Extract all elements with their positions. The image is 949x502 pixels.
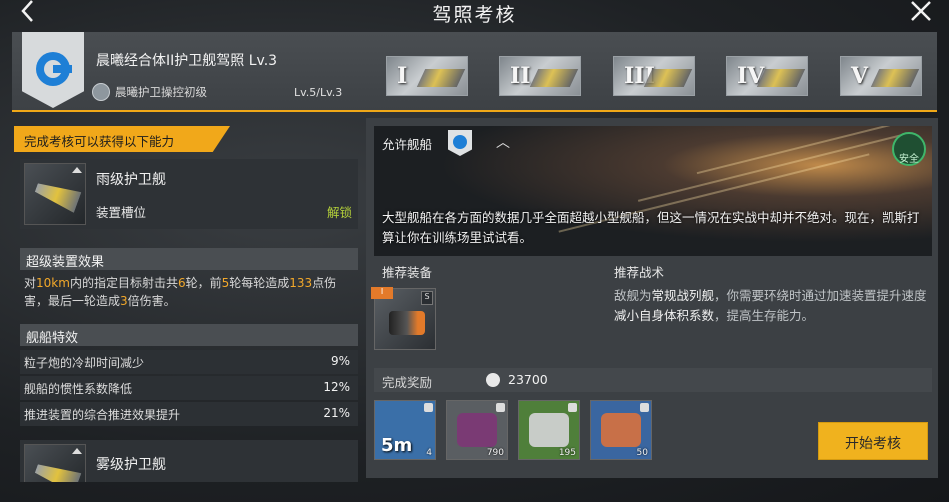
- lock-icon: [496, 403, 505, 412]
- resource-icon: [457, 413, 497, 447]
- unlock-status: 解锁: [326, 205, 352, 220]
- trait-value: 9%: [330, 354, 350, 368]
- credit-coin-icon: [486, 373, 500, 387]
- item-count: 4: [426, 448, 432, 458]
- trait-label: 推进装置的综合推进效果提升: [24, 408, 181, 422]
- trait-value: 21%: [323, 406, 350, 420]
- reward-item[interactable]: 5m 4: [374, 400, 436, 460]
- caret-up-icon: [72, 167, 82, 173]
- close-button[interactable]: [907, 0, 937, 27]
- ship-icon: [529, 69, 579, 87]
- resource-icon: [529, 413, 569, 447]
- ship-traits-heading: 舰船特效: [20, 324, 358, 346]
- caret-up-icon: [72, 448, 82, 454]
- reward-bar: 完成奖励 23700: [374, 368, 932, 392]
- mission-panel: 允许舰船 ︿ 安全 大型舰船在各方面的数据几乎全面超越小型舰船，但这一情况在实战…: [366, 118, 938, 478]
- background-streak: [696, 126, 892, 175]
- tier-number: I: [397, 63, 408, 89]
- ship-icon: [870, 69, 920, 87]
- page-title: 驾照考核: [432, 4, 517, 26]
- lock-icon: [424, 403, 433, 412]
- trait-label: 舰船的惯性系数降低: [24, 382, 133, 396]
- skill-icon: [92, 83, 110, 101]
- item-count: 50: [636, 448, 648, 458]
- background-streak: [637, 132, 911, 202]
- license-header: 晨曦经合体II护卫舰驾照 Lv.3 晨曦护卫操控初级 Lv.5/Lv.3 I I…: [12, 32, 937, 112]
- ship-icon: [33, 458, 82, 482]
- license-name: 晨曦经合体II护卫舰驾照 Lv.3: [96, 53, 278, 69]
- ship-icon: [756, 69, 806, 87]
- reward-item[interactable]: 195: [518, 400, 580, 460]
- tier-number: II: [510, 63, 531, 89]
- recommended-gear-label: 推荐装备: [382, 265, 433, 280]
- safe-label: 安全: [899, 154, 919, 165]
- gear-grade-badge: S: [421, 291, 433, 305]
- ship-name: 雨级护卫舰: [96, 172, 166, 188]
- ship-thumbnail[interactable]: [24, 444, 86, 482]
- abilities-banner: 完成考核可以获得以下能力: [14, 126, 230, 152]
- super-effect-heading: 超级装置效果: [20, 248, 358, 270]
- ship-logo-icon: [453, 135, 467, 149]
- trait-row: 推进装置的综合推进效果提升 21%: [20, 402, 358, 426]
- item-count: 195: [558, 448, 576, 458]
- reward-item[interactable]: 790: [446, 400, 508, 460]
- top-bar: 驾照考核: [0, 0, 949, 30]
- ship-icon: [643, 69, 693, 87]
- recommended-gear-item[interactable]: I S: [371, 287, 436, 350]
- lock-icon: [640, 403, 649, 412]
- recommended-tactic-text: 敌舰为常规战列舰，你需要环绕时通过加速装置提升速度减小自身体积系数，提高生存能力…: [614, 288, 927, 323]
- mission-briefing: 允许舰船 ︿ 安全 大型舰船在各方面的数据几乎全面超越小型舰船，但这一情况在实战…: [374, 126, 932, 256]
- slot-label: 装置槽位: [96, 205, 147, 220]
- trait-row: 舰船的惯性系数降低 12%: [20, 376, 358, 400]
- ship-card-rain: 雨级护卫舰 装置槽位 解锁: [20, 159, 358, 229]
- ship-thumbnail[interactable]: [24, 163, 86, 225]
- gear-icon: [389, 311, 425, 335]
- recommended-tactic-label: 推荐战术: [614, 265, 665, 280]
- tier-number: V: [851, 63, 869, 89]
- allowed-ship-icon[interactable]: [448, 130, 472, 156]
- tier-2-tab[interactable]: II: [499, 56, 581, 96]
- item-count: 790: [486, 448, 504, 458]
- tier-5-tab[interactable]: V: [840, 56, 922, 96]
- ship-icon: [33, 177, 82, 213]
- skill-requirement: 晨曦护卫操控初级: [92, 83, 207, 101]
- item-label: 5m: [381, 435, 413, 456]
- mission-description: 大型舰船在各方面的数据几乎全面超越小型舰船，但这一情况在实战中却并不绝对。现在，…: [382, 210, 920, 245]
- close-icon: [907, 0, 937, 25]
- trait-label: 粒子炮的冷却时间减少: [24, 356, 145, 370]
- gear-tier-badge: I: [371, 287, 393, 299]
- skill-name: 晨曦护卫操控初级: [115, 85, 207, 99]
- abilities-panel: 完成考核可以获得以下能力 雨级护卫舰 装置槽位 解锁 超级装置效果 对10km内…: [14, 126, 360, 482]
- caret-up-icon[interactable]: ︿: [496, 132, 510, 152]
- resource-icon: [601, 413, 641, 447]
- safe-zone-badge: 安全: [892, 132, 926, 166]
- emblem-logo-icon: [36, 52, 72, 86]
- reward-label: 完成奖励: [382, 375, 433, 390]
- ship-card-fog: 雾级护卫舰: [20, 440, 358, 482]
- start-exam-button[interactable]: 开始考核: [818, 422, 928, 460]
- reward-amount: 23700: [508, 372, 548, 387]
- level-progress: Lv.5/Lv.3: [294, 86, 343, 99]
- reward-item[interactable]: 50: [590, 400, 652, 460]
- trait-value: 12%: [323, 380, 350, 394]
- ship-name: 雾级护卫舰: [96, 457, 166, 473]
- license-emblem: [22, 32, 84, 108]
- ship-icon: [416, 69, 466, 87]
- tier-4-tab[interactable]: IV: [726, 56, 808, 96]
- trait-row: 粒子炮的冷却时间减少 9%: [20, 350, 358, 374]
- tier-1-tab[interactable]: I: [386, 56, 468, 96]
- allowed-ships-label: 允许舰船: [382, 137, 433, 152]
- super-effect-description: 对10km内的指定目标射击共6轮，前5轮每轮造成133点伤害，最后一轮造成3倍伤…: [24, 276, 337, 308]
- lock-icon: [568, 403, 577, 412]
- tier-3-tab[interactable]: III: [613, 56, 695, 96]
